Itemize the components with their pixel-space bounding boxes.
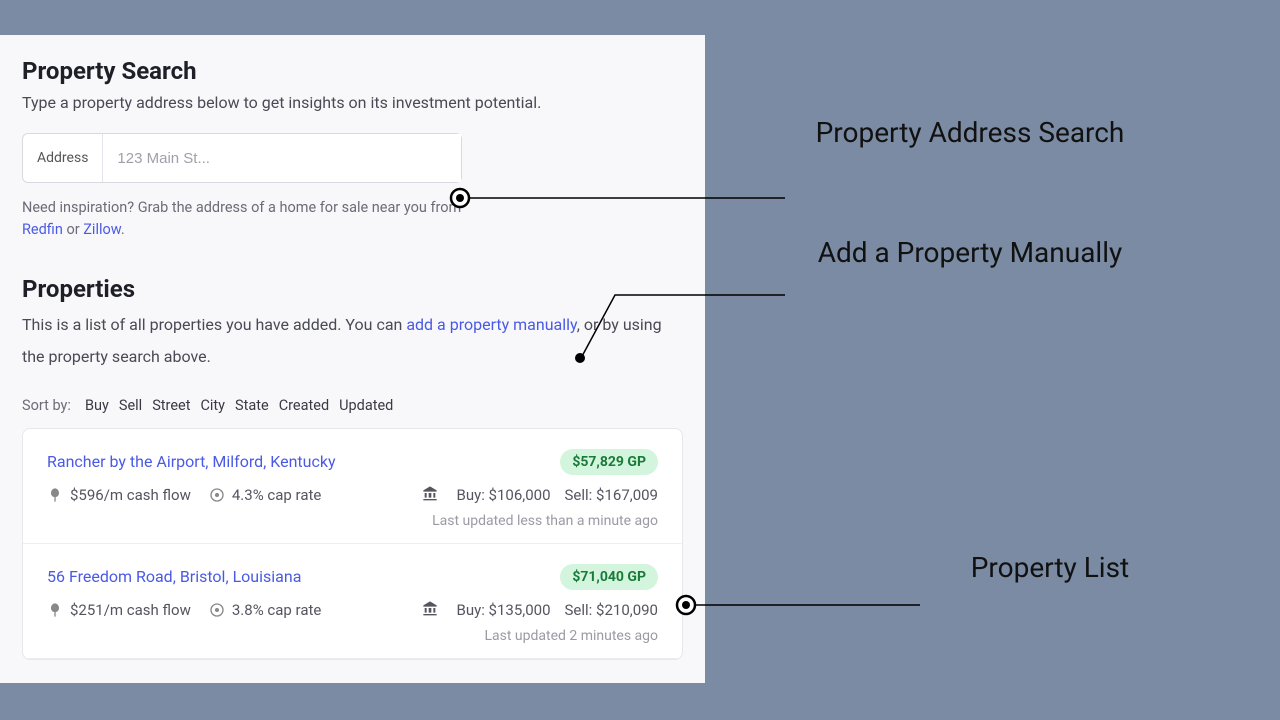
property-title-link[interactable]: 56 Freedom Road, Bristol, Louisiana bbox=[47, 567, 301, 586]
cashflow-stat: $596/m cash flow bbox=[47, 486, 191, 504]
cashflow-value: $251/m cash flow bbox=[70, 601, 191, 619]
sell-value: Sell: $167,009 bbox=[565, 486, 658, 504]
hint-after: . bbox=[121, 221, 125, 238]
properties-subtitle-before: This is a list of all properties you hav… bbox=[22, 315, 406, 334]
search-heading: Property Search bbox=[22, 57, 683, 85]
sort-city[interactable]: City bbox=[200, 397, 225, 414]
caprate-value: 4.3% cap rate bbox=[232, 486, 322, 504]
cashflow-value: $596/m cash flow bbox=[70, 486, 191, 504]
target-icon bbox=[209, 487, 225, 503]
sort-created[interactable]: Created bbox=[279, 397, 329, 414]
sort-label: Sort by: bbox=[22, 397, 71, 414]
gp-badge: $71,040 GP bbox=[560, 564, 658, 590]
buy-value: Buy: $135,000 bbox=[456, 601, 550, 619]
add-property-manually-link[interactable]: add a property manually bbox=[406, 315, 576, 334]
hint-text: Need inspiration? Grab the address of a … bbox=[22, 199, 461, 216]
redfin-link[interactable]: Redfin bbox=[22, 221, 63, 238]
search-subtitle: Type a property address below to get ins… bbox=[22, 91, 683, 115]
caprate-stat: 4.3% cap rate bbox=[209, 486, 322, 504]
last-updated: Last updated less than a minute ago bbox=[47, 513, 658, 529]
buy-value: Buy: $106,000 bbox=[456, 486, 550, 504]
bank-icon bbox=[422, 485, 438, 505]
tree-icon bbox=[47, 487, 63, 503]
target-icon bbox=[209, 602, 225, 618]
sort-row: Sort by: Buy Sell Street City State Crea… bbox=[22, 397, 683, 414]
annotation-address-search: Property Address Search bbox=[790, 115, 1150, 151]
caprate-stat: 3.8% cap rate bbox=[209, 601, 322, 619]
sort-buy[interactable]: Buy bbox=[85, 397, 109, 414]
last-updated: Last updated 2 minutes ago bbox=[47, 628, 658, 644]
address-input-group: Address bbox=[22, 133, 462, 183]
properties-subtitle: This is a list of all properties you hav… bbox=[22, 309, 683, 373]
sort-state[interactable]: State bbox=[235, 397, 269, 414]
annotation-add-manually: Add a Property Manually bbox=[790, 235, 1150, 271]
property-list: Rancher by the Airport, Milford, Kentuck… bbox=[22, 428, 683, 660]
zillow-link[interactable]: Zillow bbox=[83, 221, 121, 238]
sort-sell[interactable]: Sell bbox=[119, 397, 142, 414]
tree-icon bbox=[47, 602, 63, 618]
annotation-property-list: Property List bbox=[910, 550, 1190, 586]
sort-street[interactable]: Street bbox=[152, 397, 190, 414]
properties-heading: Properties bbox=[22, 275, 683, 303]
search-hint: Need inspiration? Grab the address of a … bbox=[22, 197, 462, 241]
address-input[interactable] bbox=[103, 134, 461, 182]
property-card: Rancher by the Airport, Milford, Kentuck… bbox=[23, 429, 682, 544]
address-label: Address bbox=[23, 134, 103, 182]
cashflow-stat: $251/m cash flow bbox=[47, 601, 191, 619]
bank-icon bbox=[422, 600, 438, 620]
caprate-value: 3.8% cap rate bbox=[232, 601, 322, 619]
property-card: 56 Freedom Road, Bristol, Louisiana $71,… bbox=[23, 544, 682, 659]
sell-value: Sell: $210,090 bbox=[565, 601, 658, 619]
app-panel: Property Search Type a property address … bbox=[0, 35, 705, 683]
sort-updated[interactable]: Updated bbox=[339, 397, 393, 414]
gp-badge: $57,829 GP bbox=[560, 449, 658, 475]
property-title-link[interactable]: Rancher by the Airport, Milford, Kentuck… bbox=[47, 452, 336, 471]
hint-or: or bbox=[63, 221, 83, 238]
